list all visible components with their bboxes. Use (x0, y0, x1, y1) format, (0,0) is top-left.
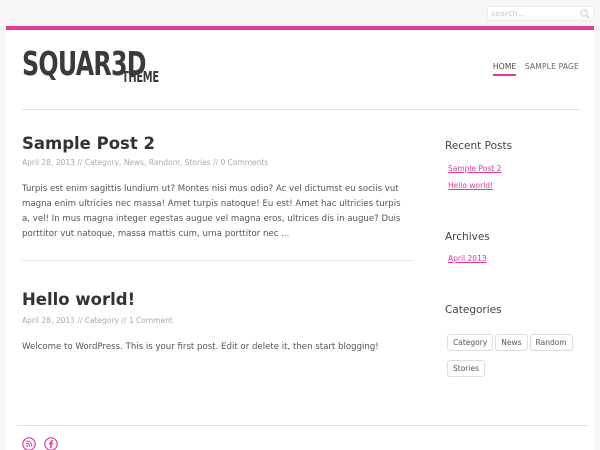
archives-title: Archives (445, 231, 490, 243)
category-tag[interactable]: Random (529, 334, 573, 351)
post-excerpt: Welcome to WordPress. This is your first… (22, 342, 379, 352)
post-title[interactable]: Sample Post 2 (22, 134, 155, 153)
recent-post-link[interactable]: Sample Post 2 (448, 164, 501, 173)
site-logo[interactable]: SQUAR3D THEME (22, 44, 194, 88)
categories-title: Categories (445, 304, 502, 316)
category-tag[interactable]: News (495, 334, 528, 351)
page-container: SQUAR3D THEME HOME SAMPLE PAGE Sample Po… (6, 26, 594, 450)
nav-home[interactable]: HOME (492, 62, 517, 76)
post-excerpt: Turpis est enim sagittis lundium ut? Mon… (22, 182, 402, 242)
post-meta: April 28, 2013 // Category, News, Random… (22, 158, 269, 167)
post-comments[interactable]: 0 Comments (221, 158, 269, 167)
post-excerpt-text: Turpis est enim sagittis lundium ut? Mon… (22, 184, 401, 239)
post-category[interactable]: News (124, 158, 144, 167)
post-category[interactable]: Stories (185, 158, 211, 167)
recent-post-link[interactable]: Hello world! (448, 181, 493, 190)
search-input[interactable] (488, 7, 578, 20)
read-more-link[interactable]: ... (281, 229, 289, 239)
rss-icon[interactable] (22, 437, 36, 450)
category-tags: Category News Random Stories (447, 330, 582, 382)
post-title[interactable]: Hello world! (22, 290, 135, 309)
top-bar (0, 0, 600, 26)
post-comments[interactable]: 1 Comment (129, 316, 173, 325)
header-divider (22, 109, 579, 110)
footer-divider (17, 425, 589, 426)
main-nav: HOME SAMPLE PAGE (487, 62, 579, 76)
post-date[interactable]: April 28, 2013 (22, 316, 75, 325)
archive-link[interactable]: April 2013 (448, 254, 487, 263)
post-category[interactable]: Category (85, 316, 119, 325)
post-meta: April 28, 2013 // Category // 1 Comment (22, 316, 173, 325)
post-divider (22, 260, 412, 261)
post-category[interactable]: Random (149, 158, 180, 167)
category-tag[interactable]: Category (447, 334, 494, 351)
post-date[interactable]: April 28, 2013 (22, 158, 75, 167)
recent-posts-title: Recent Posts (445, 140, 513, 152)
post-category[interactable]: Category (85, 158, 119, 167)
search-box (487, 6, 594, 21)
nav-sample-page[interactable]: SAMPLE PAGE (525, 62, 579, 71)
search-icon[interactable] (579, 8, 591, 20)
facebook-icon[interactable] (44, 437, 58, 450)
category-tag[interactable]: Stories (447, 360, 485, 377)
logo-sub-text: THEME (122, 68, 159, 86)
